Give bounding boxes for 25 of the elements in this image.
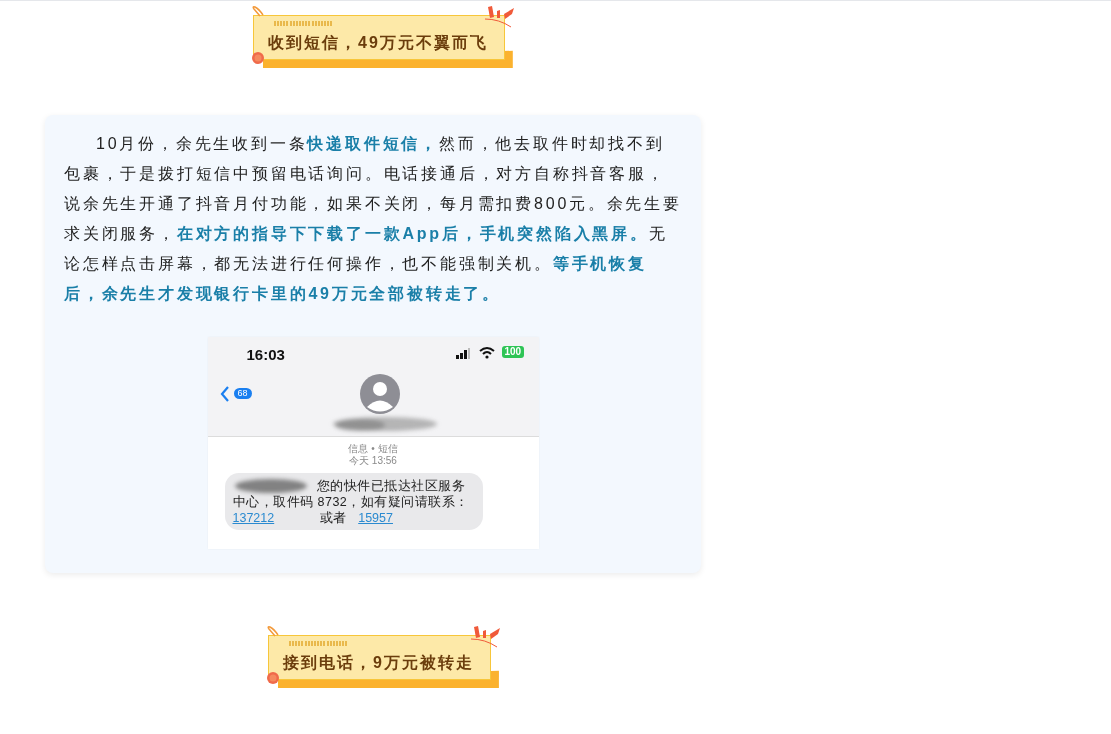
wifi-icon [478,346,495,359]
burst-icon [484,5,515,28]
banner-title: 接到电话，9万元被转走 [283,653,474,673]
burst-icon [470,625,501,648]
status-time: 16:03 [246,345,285,365]
signal-icon [455,348,470,359]
unread-badge: 68 [233,388,252,399]
flower-icon [251,51,265,65]
pin-icon [266,626,280,638]
message-meta: 信息 • 短信 [347,443,399,455]
pin-icon [251,6,265,18]
barcode-icon [289,641,347,646]
message-text: 或者 [320,510,347,526]
phone-link[interactable]: 15957 [358,510,393,526]
message-text: 中心，取件码 8732，如有疑问请联系： [232,494,469,510]
banner-title: 收到短信，49万元不翼而飞 [268,33,488,53]
article-paragraph: 10月份，余先生收到一条快递取件短信，然而，他去取件时却找不到包裹，于是拨打短信中预留电话询问。电话接通后，对方自称抖音客服，说余先生开通了抖音月付功能，如果不关闭，每月需扣费800元。余先生要求关闭服务，在对方的指导下下载了一款App后，手机突然陷入黑屏。无论怎样点击屏幕，都无法进行任何操作，也不能强制关机。等手机恢复后，余先生才发现银行卡里的49万元全部被转走了。 [64,134,682,304]
avatar-icon [359,374,400,414]
message-text: 您的快件已抵达社区服务 [316,478,465,494]
back-icon [219,386,230,402]
barcode-icon [274,21,332,26]
flower-icon [266,671,280,685]
message-timestamp: 今天 13:56 [348,455,398,467]
battery-level: 100 [501,346,525,358]
phone-link[interactable]: 137212 [232,510,275,526]
